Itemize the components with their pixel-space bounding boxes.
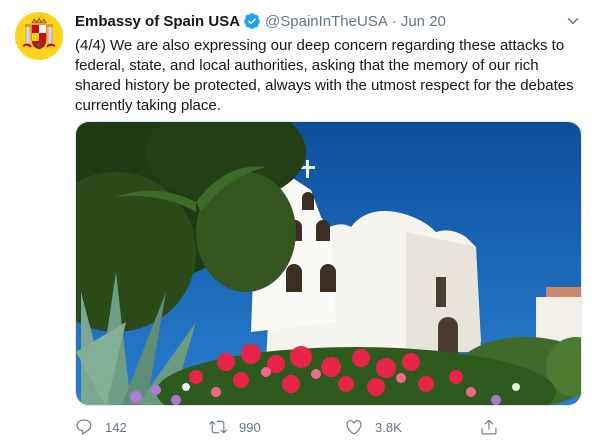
retweet-icon: [209, 420, 227, 434]
separator-dot: ·: [391, 12, 397, 30]
tweet-text: (4/4) We are also expressing our deep co…: [75, 37, 574, 114]
like-button[interactable]: 3.8K: [345, 418, 402, 436]
reply-button[interactable]: 142: [75, 418, 127, 436]
tweet-header: Embassy of Spain USA @SpainInTheUSA · Ju…: [75, 11, 446, 31]
reply-count: 142: [105, 419, 127, 435]
tweet[interactable]: Embassy of Spain USA @SpainInTheUSA · Ju…: [0, 0, 598, 447]
mission-church-photo: [76, 122, 581, 405]
avatar[interactable]: [15, 12, 63, 60]
coat-of-arms-icon: [15, 12, 63, 60]
tweet-photo[interactable]: [75, 121, 582, 406]
like-icon: [346, 420, 362, 435]
share-icon: [481, 419, 497, 435]
tweet-date[interactable]: Jun 20: [401, 13, 446, 30]
author-name[interactable]: Embassy of Spain USA: [75, 13, 240, 30]
like-count: 3.8K: [375, 419, 402, 435]
verified-badge-icon: [243, 12, 261, 30]
reply-icon: [76, 419, 92, 435]
chevron-down-icon[interactable]: [564, 12, 582, 30]
tweet-actions: 142 990 3.8K: [75, 418, 515, 438]
share-button[interactable]: [480, 418, 498, 436]
retweet-button[interactable]: 990: [209, 418, 261, 436]
author-handle[interactable]: @SpainInTheUSA: [265, 13, 388, 30]
retweet-count: 990: [239, 419, 261, 435]
